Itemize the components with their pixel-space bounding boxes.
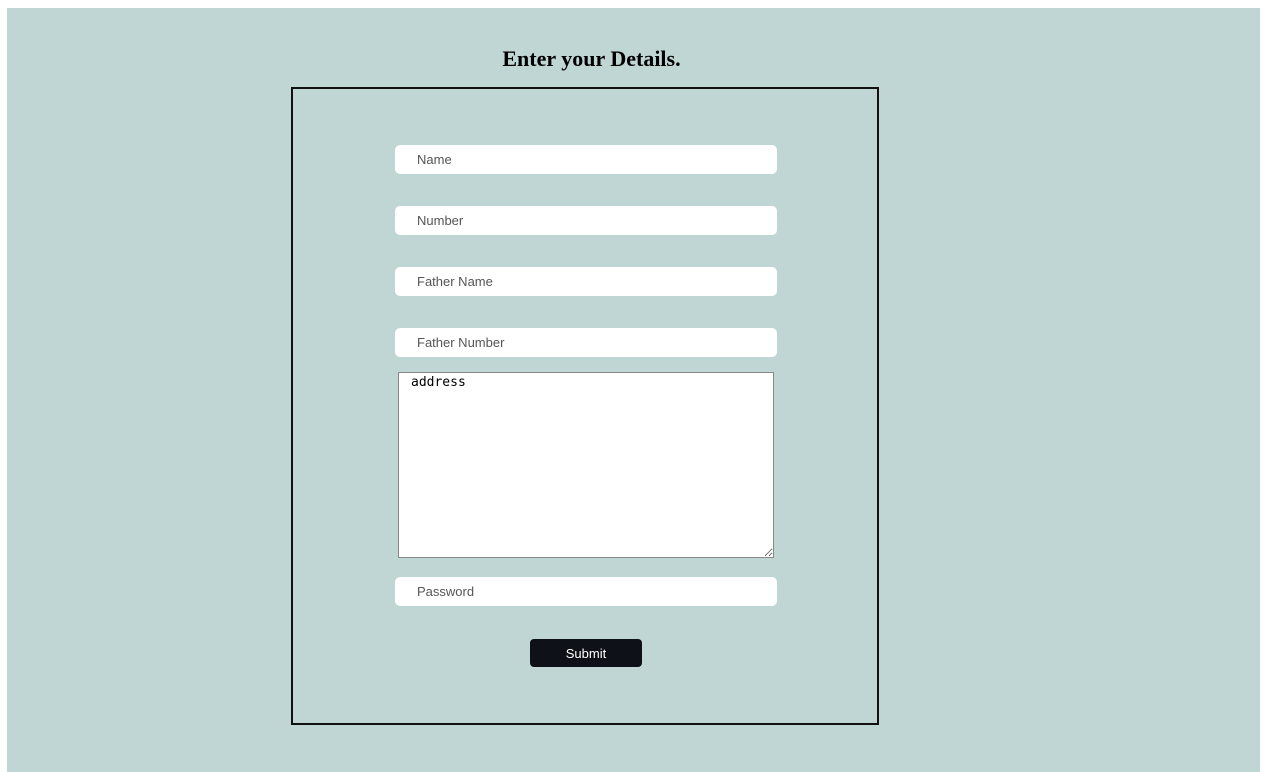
number-input[interactable] (395, 206, 777, 235)
page-background: Enter your Details. Submit (7, 8, 1260, 772)
submit-button[interactable]: Submit (530, 639, 642, 667)
password-input[interactable] (395, 577, 777, 606)
father-name-input[interactable] (395, 267, 777, 296)
details-form: Submit (291, 87, 879, 725)
address-textarea[interactable] (398, 372, 774, 558)
father-number-input[interactable] (395, 328, 777, 357)
name-input[interactable] (395, 145, 777, 174)
page-title: Enter your Details. (502, 46, 681, 71)
